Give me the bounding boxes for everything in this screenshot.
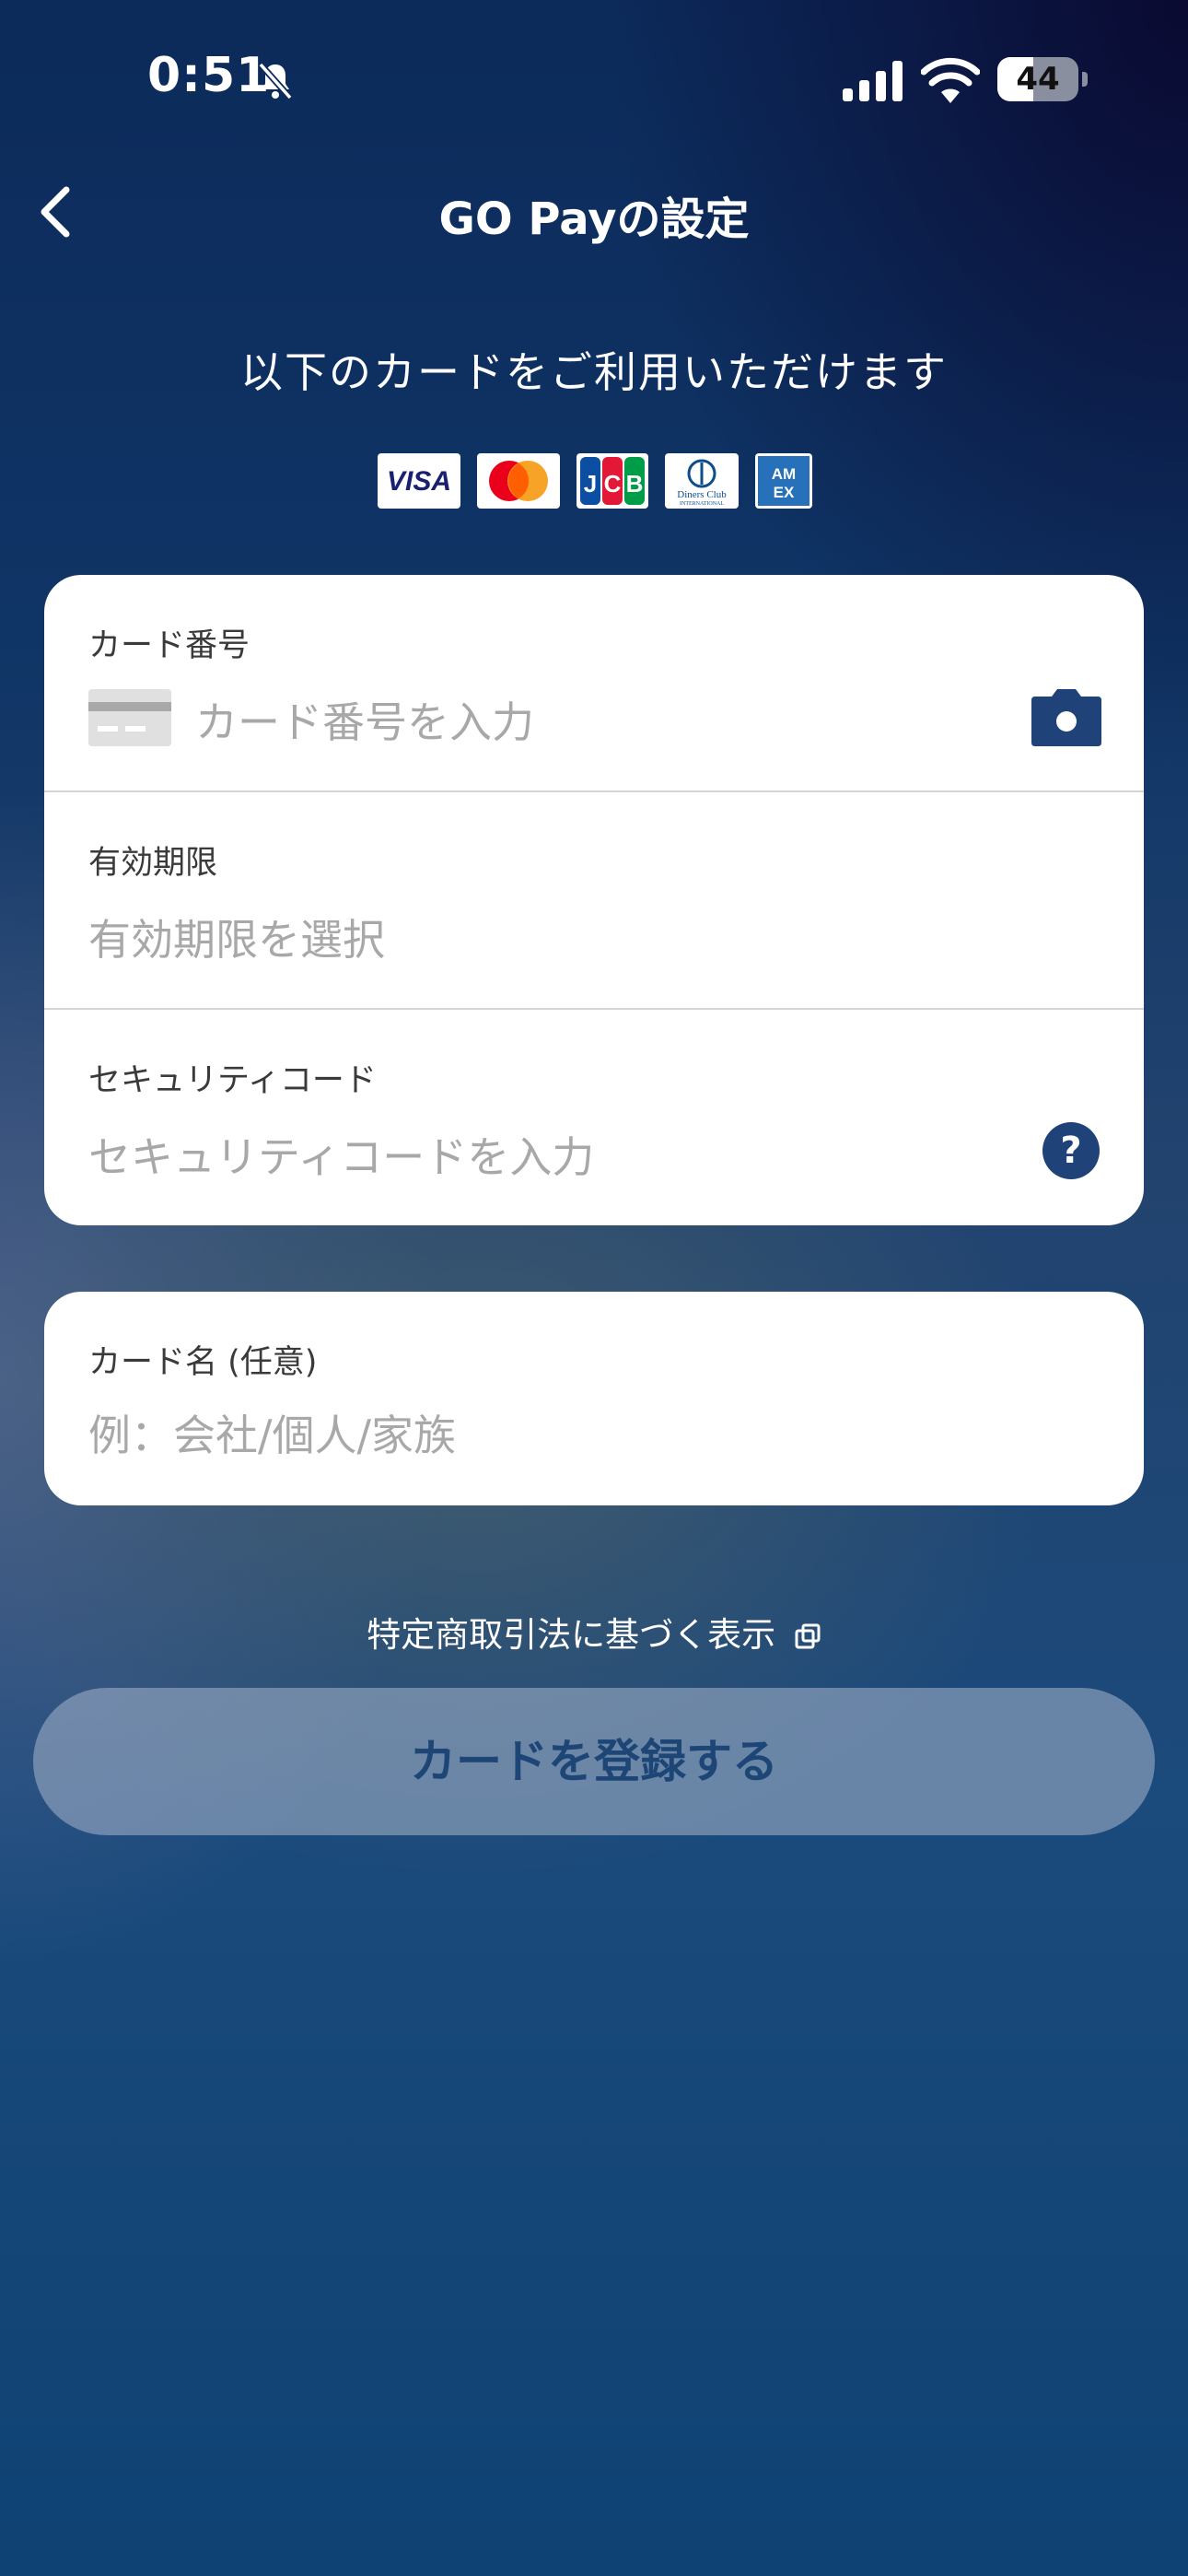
external-link-icon [795,1623,821,1649]
svg-text:B: B [626,470,644,498]
card-number-field[interactable]: カード番号 カード番号を入力 [44,575,1144,790]
cellular-signal-icon [843,61,903,101]
nav-bar: GO Payの設定 [0,166,1188,258]
mastercard-logo [477,453,560,509]
svg-text:AM: AM [772,465,796,483]
card-name-field[interactable]: カード名 (任意) 例：会社/個人/家族 [44,1292,1144,1505]
credit-card-icon [88,689,171,746]
card-name-label: カード名 (任意) [88,1344,318,1381]
svg-text:VISA: VISA [387,466,451,497]
question-circle-icon[interactable]: ? [1042,1122,1100,1179]
svg-text:C: C [604,470,622,498]
card-number-input[interactable]: カード番号を入力 [195,689,534,750]
visa-logo: VISA [378,453,460,509]
amex-logo: AM EX [755,453,812,509]
bell-muted-icon [258,62,293,100]
card-name-panel: カード名 (任意) 例：会社/個人/家族 [44,1292,1144,1505]
expiry-input[interactable]: 有効期限を選択 [88,907,385,967]
register-card-button[interactable]: カードを登録する [33,1688,1155,1835]
battery-percent: 44 [1016,61,1060,98]
svg-text:EX: EX [774,484,795,501]
register-card-label: カードを登録する [410,1735,778,1788]
accepted-cards-caption: 以下のカードをご利用いただけます [240,347,948,397]
wifi-icon [921,57,980,103]
security-code-field[interactable]: セキュリティコード セキュリティコードを入力 ? [44,1010,1144,1225]
svg-text:J: J [584,470,597,498]
svg-text:Diners Club: Diners Club [677,489,727,500]
diners-club-logo: Diners Club INTERNATIONAL [665,453,739,509]
legal-notice-label: 特定商取引法に基づく表示 [367,1615,776,1655]
expiry-label: 有効期限 [88,845,218,882]
legal-notice-link[interactable]: 特定商取引法に基づく表示 [0,1607,1188,1657]
status-bar: 0:51 44 [0,0,1188,157]
jcb-logo: J C B [577,453,648,509]
card-form-panel: カード番号 カード番号を入力 有効期限 有効期限を選択 セキュリティコード セキ… [44,575,1144,1225]
status-time: 0:51 [147,48,271,103]
expiry-field[interactable]: 有効期限 有効期限を選択 [44,792,1144,1008]
svg-text:INTERNATIONAL: INTERNATIONAL [680,501,724,507]
camera-icon[interactable] [1031,689,1101,746]
card-number-label: カード番号 [88,627,250,664]
security-code-input[interactable]: セキュリティコードを入力 [88,1124,594,1185]
card-brand-logos: VISA J C B Diners Club INTERNATIONAL AM … [0,453,1188,510]
page-title: GO Payの設定 [438,193,750,245]
security-code-label: セキュリティコード [88,1062,377,1099]
card-name-input[interactable]: 例：会社/個人/家族 [88,1402,456,1463]
battery-indicator: 44 [997,57,1089,101]
